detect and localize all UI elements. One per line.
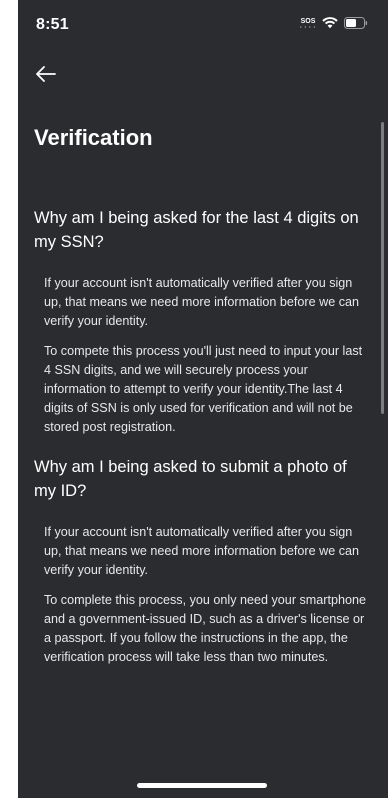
faq-answer-paragraph: If your account isn't automatically veri… — [44, 525, 360, 577]
phone-screen: 8:51 SOS • • • • Verification Why am I b… — [18, 0, 388, 798]
faq-answer-paragraph: To compete this process you'll just need… — [44, 344, 363, 434]
faq-answer-paragraph: If your account isn't automatically veri… — [44, 276, 360, 328]
faq-question: Why am I being asked for the last 4 digi… — [34, 209, 359, 251]
wifi-icon — [322, 17, 338, 29]
faq-section-ssn: Why am I being asked for the last 4 digi… — [34, 206, 372, 437]
scrollbar[interactable] — [381, 122, 384, 414]
sos-indicator: SOS • • • • — [300, 18, 316, 29]
home-indicator[interactable] — [137, 783, 267, 788]
faq-answer-paragraph: To complete this process, you only need … — [44, 593, 367, 664]
page-title: Verification — [34, 125, 153, 150]
faq-list: Why am I being asked for the last 4 digi… — [34, 206, 372, 678]
faq-question: Why am I being asked to submit a photo o… — [34, 458, 347, 500]
status-bar: 8:51 SOS • • • • — [18, 0, 388, 48]
signal-dots-icon: • • • • — [300, 23, 316, 29]
status-time: 8:51 — [36, 16, 69, 33]
back-button[interactable] — [34, 64, 64, 88]
arrow-left-icon — [36, 66, 56, 82]
battery-icon — [344, 17, 368, 29]
status-icons: SOS • • • • — [300, 17, 368, 29]
faq-section-photo-id: Why am I being asked to submit a photo o… — [34, 455, 372, 667]
